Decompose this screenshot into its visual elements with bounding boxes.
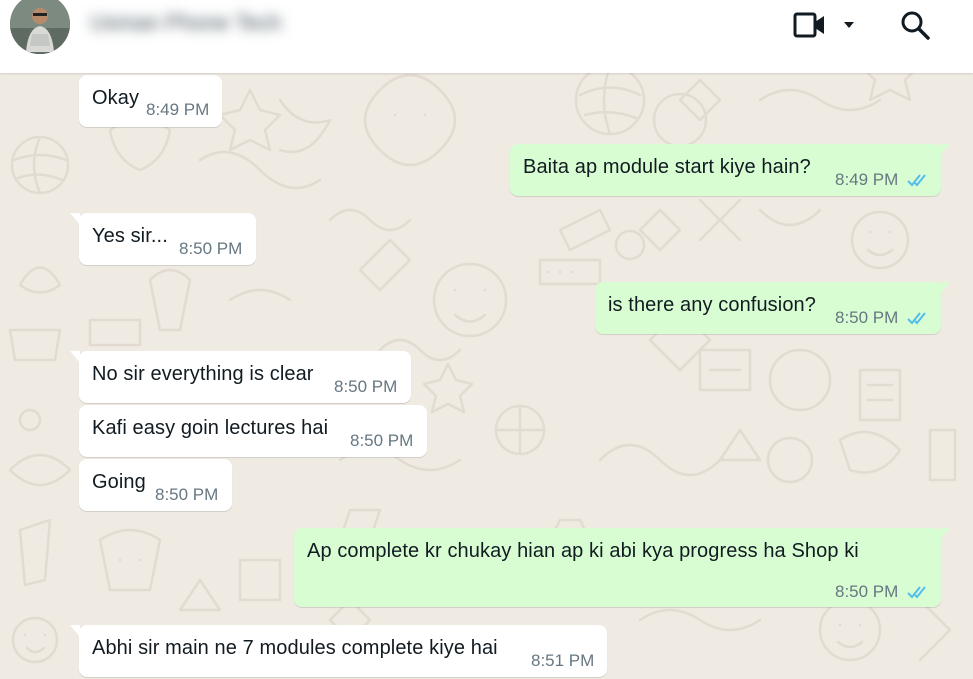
bubble-tail: [940, 282, 950, 294]
message-bubble-outgoing[interactable]: Ap complete kr chukay hian ap ki abi kya…: [294, 528, 950, 607]
video-call-icon[interactable]: [793, 10, 827, 40]
double-check-read-icon: [907, 312, 926, 325]
message-bubble-incoming[interactable]: Okay 8:49 PM: [79, 75, 222, 127]
bubble-tail: [70, 351, 80, 363]
message-bubble-incoming[interactable]: Kafi easy goin lectures hai 8:50 PM: [79, 405, 427, 457]
bubble-tail: [940, 528, 950, 540]
message-time: 8:49 PM: [146, 100, 210, 119]
message-bubble-incoming[interactable]: Yes sir... 8:50 PM: [70, 213, 256, 265]
message-time: 8:50 PM: [350, 431, 414, 450]
chat-header: Usman Phone Tech: [0, 0, 973, 73]
message-time: 8:49 PM: [835, 170, 899, 189]
bubble-tail: [70, 213, 80, 225]
message-time: 8:50 PM: [334, 377, 398, 396]
search-icon[interactable]: [899, 9, 931, 41]
contact-avatar[interactable]: [10, 0, 70, 54]
message-bubble-incoming[interactable]: No sir everything is clear 8:50 PM: [70, 351, 411, 403]
message-time: 8:51 PM: [531, 651, 595, 670]
message-text: is there any confusion?: [608, 294, 816, 316]
message-time: 8:50 PM: [835, 582, 899, 601]
message-text: Ap complete kr chukay hian ap ki abi kya…: [307, 540, 859, 562]
message-text: Yes sir...: [92, 225, 168, 247]
message-text: Abhi sir main ne 7 modules complete kiye…: [92, 637, 498, 659]
caret-down-icon[interactable]: [841, 18, 857, 30]
message-text: Baita ap module start kiye hain?: [523, 156, 811, 178]
double-check-read-icon: [907, 174, 926, 187]
message-text: Okay: [92, 87, 140, 109]
message-text: Going: [92, 471, 146, 493]
message-bubble-incoming[interactable]: Abhi sir main ne 7 modules complete kiye…: [70, 625, 607, 677]
bubble-tail: [70, 625, 80, 637]
double-check-read-icon: [907, 586, 926, 599]
message-time: 8:50 PM: [179, 239, 243, 258]
message-time: 8:50 PM: [835, 308, 899, 327]
message-time: 8:50 PM: [155, 485, 219, 504]
contact-name[interactable]: Usman Phone Tech: [90, 10, 282, 36]
message-bubble-outgoing[interactable]: is there any confusion? 8:50 PM: [595, 282, 950, 334]
message-bubble-outgoing[interactable]: Baita ap module start kiye hain? 8:49 PM: [510, 144, 950, 196]
bubble-tail: [940, 144, 950, 156]
message-text: No sir everything is clear: [92, 363, 314, 385]
message-text: Kafi easy goin lectures hai: [92, 417, 329, 439]
message-bubble-incoming[interactable]: Going 8:50 PM: [79, 459, 232, 511]
